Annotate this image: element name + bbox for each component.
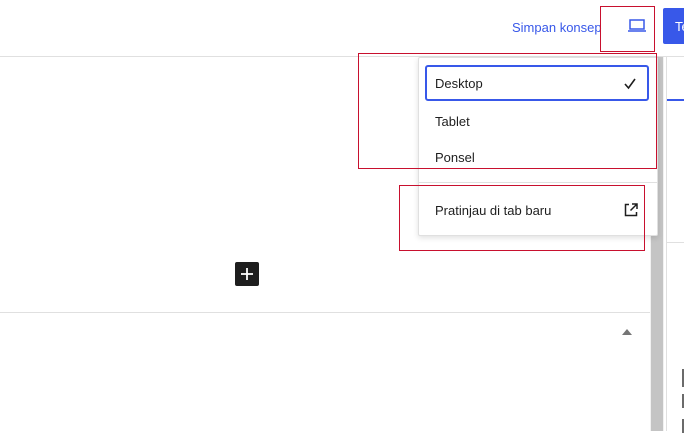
menu-separator <box>419 182 657 183</box>
settings-sidebar <box>666 57 684 433</box>
publish-button[interactable]: Terbitkan <box>663 8 684 44</box>
sidebar-divider <box>667 242 684 243</box>
add-block-button[interactable] <box>235 262 259 286</box>
publish-button-label: Terbitkan <box>675 19 684 34</box>
triangle-up-icon[interactable] <box>622 329 632 335</box>
meta-boxes-divider <box>0 312 650 313</box>
annotation-box-preview <box>600 6 655 52</box>
annotation-box-devices <box>358 53 657 169</box>
plus-icon <box>241 268 253 280</box>
editor-header: Simpan konsep Terbitkan <box>0 0 684 57</box>
sidebar-active-tab-indicator <box>667 99 684 101</box>
save-draft-button[interactable]: Simpan konsep <box>512 20 602 35</box>
annotation-box-new-tab <box>399 185 645 251</box>
